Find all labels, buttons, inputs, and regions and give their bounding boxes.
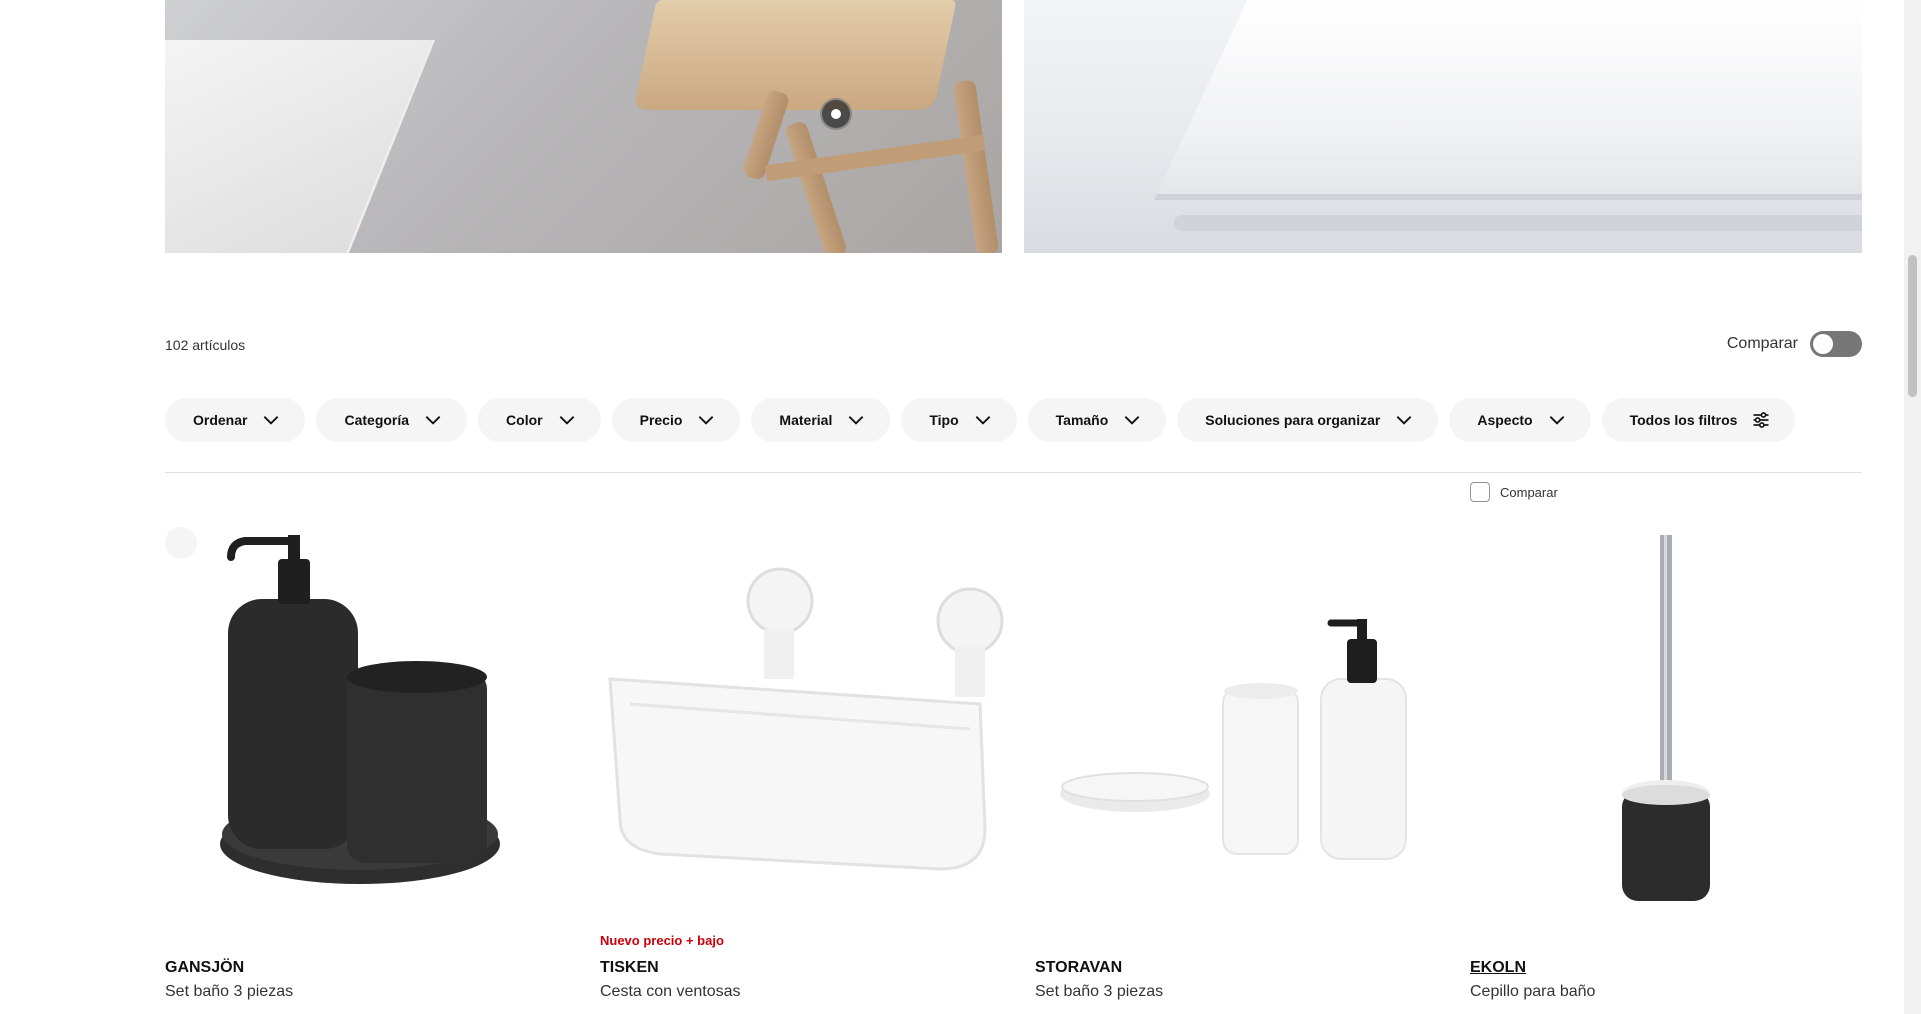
filter-label: Color — [506, 412, 543, 428]
product-hotspot-dot[interactable] — [820, 98, 852, 130]
filter-label: Soluciones para organizar — [1205, 412, 1381, 428]
filter-bar: Ordenar Categoría Color Precio Material … — [165, 398, 1796, 442]
filter-label: Ordenar — [193, 412, 248, 428]
page-scrollbar[interactable] — [1904, 0, 1921, 1014]
filter-price[interactable]: Precio — [611, 398, 741, 442]
product-card[interactable]: GANSJÖN Set baño 3 piezas — [165, 482, 569, 1014]
filter-label: Tamaño — [1055, 412, 1109, 428]
divider — [165, 472, 1862, 473]
compare-checkbox[interactable] — [1470, 482, 1490, 502]
product-name[interactable]: GANSJÖN — [165, 959, 244, 977]
filter-material[interactable]: Material — [751, 398, 891, 442]
chevron-down-icon — [849, 416, 864, 425]
sink-shape — [165, 40, 436, 253]
filter-sort[interactable]: Ordenar — [165, 398, 306, 442]
product-description: Cesta con ventosas — [600, 983, 741, 1000]
product-image[interactable] — [1470, 529, 1874, 929]
chevron-down-icon — [264, 416, 279, 425]
filter-label: Tipo — [929, 412, 959, 428]
item-count: 102 artículos — [165, 337, 246, 353]
stool-leg — [952, 79, 1000, 253]
hero-image-bathroom-counter[interactable] — [1024, 0, 1862, 253]
product-image[interactable] — [1035, 529, 1439, 929]
hero-image-bathroom-stool[interactable] — [165, 0, 1002, 253]
product-description: Set baño 3 piezas — [1035, 983, 1164, 1000]
product-name[interactable]: EKOLN — [1470, 959, 1526, 977]
chevron-down-icon — [1549, 416, 1564, 425]
product-card[interactable]: STORAVAN Set baño 3 piezas — [1035, 482, 1439, 1014]
filter-style[interactable]: Aspecto — [1449, 398, 1591, 442]
product-image[interactable] — [600, 529, 1004, 929]
chevron-down-icon — [425, 416, 441, 425]
filter-label: Material — [779, 412, 833, 428]
chevron-down-icon — [1124, 416, 1140, 425]
filter-label: Precio — [639, 412, 683, 428]
filter-label: Aspecto — [1477, 412, 1533, 428]
filter-type[interactable]: Tipo — [901, 398, 1017, 442]
filter-label: Todos los filtros — [1629, 412, 1738, 428]
chevron-down-icon — [1397, 416, 1412, 425]
filter-category[interactable]: Categoría — [316, 398, 468, 442]
chevron-down-icon — [559, 416, 574, 425]
chevron-down-icon — [699, 416, 714, 425]
product-name[interactable]: STORAVAN — [1035, 959, 1122, 977]
filter-color[interactable]: Color — [478, 398, 601, 442]
product-card[interactable]: Comparar EKOLN Cepillo para baño — [1470, 482, 1874, 1014]
counter-rail — [1174, 215, 1862, 231]
sliders-icon — [1753, 412, 1769, 428]
price-badge: Nuevo precio + bajo — [600, 933, 724, 948]
compare-label: Comparar — [1500, 484, 1558, 500]
chevron-down-icon — [975, 416, 990, 425]
counter-shape — [1154, 0, 1862, 200]
product-description: Cepillo para baño — [1470, 983, 1596, 1000]
compare-label: Comparar — [1726, 335, 1798, 352]
product-description: Set baño 3 piezas — [165, 983, 294, 1000]
compare-toggle[interactable] — [1810, 331, 1862, 357]
filter-all[interactable]: Todos los filtros — [1601, 398, 1796, 442]
product-image[interactable] — [165, 529, 569, 929]
filter-label: Categoría — [344, 412, 410, 428]
product-card[interactable]: Nuevo precio + bajo TISKEN Cesta con ven… — [600, 482, 1004, 1014]
stool-leg — [783, 120, 849, 253]
compare-toggle-group[interactable]: Comparar — [1727, 331, 1862, 357]
scrollbar-thumb[interactable] — [1908, 255, 1917, 397]
filter-storage-solutions[interactable]: Soluciones para organizar — [1177, 398, 1439, 442]
compare-checkbox-group[interactable]: Comparar — [1470, 482, 1558, 502]
stool-seat — [633, 0, 957, 110]
product-name[interactable]: TISKEN — [600, 959, 659, 977]
filter-size[interactable]: Tamaño — [1027, 398, 1167, 442]
